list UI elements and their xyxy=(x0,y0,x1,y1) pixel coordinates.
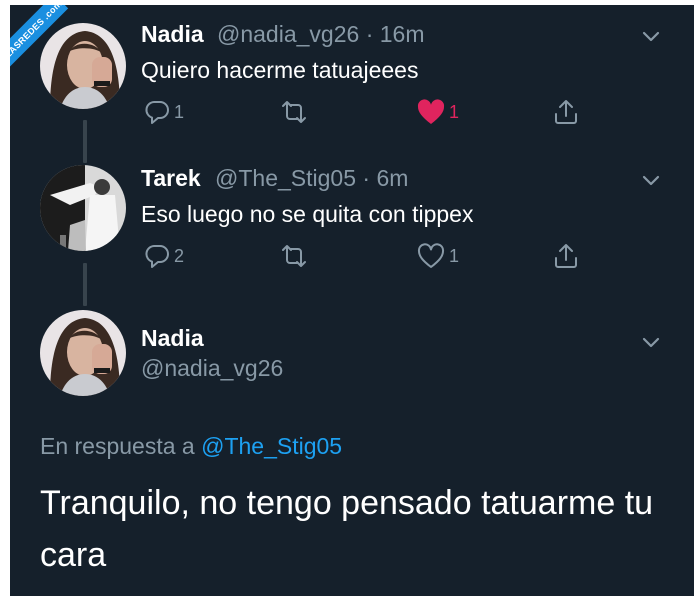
reply-icon xyxy=(145,101,169,124)
chevron-down-icon[interactable] xyxy=(640,169,662,191)
chevron-down-icon[interactable] xyxy=(640,25,662,47)
like-count: 1 xyxy=(449,101,460,122)
reply-to-link[interactable]: @The_Stig05 xyxy=(201,433,342,459)
avatar[interactable] xyxy=(40,23,126,109)
reply-prefix: En respuesta a xyxy=(40,433,195,459)
avatar[interactable] xyxy=(40,165,126,251)
reply-count: 1 xyxy=(174,101,185,122)
author-name[interactable]: Tarek xyxy=(141,165,201,192)
tweet-text: Quiero hacerme tatuajeees xyxy=(141,57,419,83)
reply-icon xyxy=(145,245,169,268)
retweet-icon xyxy=(282,101,306,123)
heart-outline-icon xyxy=(417,243,445,268)
tweet-thread-panel: Nadia @nadia_vg26 · 16m Quiero hacerme t… xyxy=(10,5,694,596)
screenshot-frame: Nadia @nadia_vg26 · 16m Quiero hacerme t… xyxy=(0,0,700,604)
share-icon xyxy=(555,100,577,124)
author-handle[interactable]: @nadia_vg26 xyxy=(141,355,283,382)
heart-filled-icon xyxy=(417,99,445,124)
main-tweet-text: Tranquilo, no tengo pensado tatuarme tu … xyxy=(40,484,654,574)
like-action[interactable]: 1 xyxy=(416,97,459,127)
author-handle-time: @nadia_vg26 · 16m xyxy=(217,21,424,48)
reply-count: 2 xyxy=(174,245,185,266)
author-handle-time: @The_Stig05 · 6m xyxy=(215,165,408,192)
thread-connector xyxy=(83,263,87,306)
author-handle[interactable]: @nadia_vg26 xyxy=(217,21,359,47)
author-handle[interactable]: @The_Stig05 xyxy=(215,165,356,191)
author-name[interactable]: Nadia xyxy=(141,21,204,48)
like-action[interactable]: 1 xyxy=(416,241,459,271)
retweet-action[interactable] xyxy=(278,97,313,127)
reply-context: En respuesta a @The_Stig05 xyxy=(40,433,342,460)
timestamp[interactable]: · 16m xyxy=(366,21,425,47)
timestamp[interactable]: · 6m xyxy=(362,165,408,191)
share-action[interactable] xyxy=(551,241,581,271)
chevron-down-icon[interactable] xyxy=(640,331,662,353)
thread-connector xyxy=(83,120,87,163)
author-name[interactable]: Nadia xyxy=(141,325,204,352)
retweet-action[interactable] xyxy=(278,241,313,271)
reply-action[interactable]: 2 xyxy=(143,241,184,271)
tweet-text: Eso luego no se quita con tippex xyxy=(141,201,474,227)
share-icon xyxy=(555,244,577,268)
share-action[interactable] xyxy=(551,97,581,127)
reply-action[interactable]: 1 xyxy=(143,97,184,127)
retweet-icon xyxy=(282,245,306,267)
avatar[interactable] xyxy=(40,310,126,396)
like-count: 1 xyxy=(449,245,460,266)
